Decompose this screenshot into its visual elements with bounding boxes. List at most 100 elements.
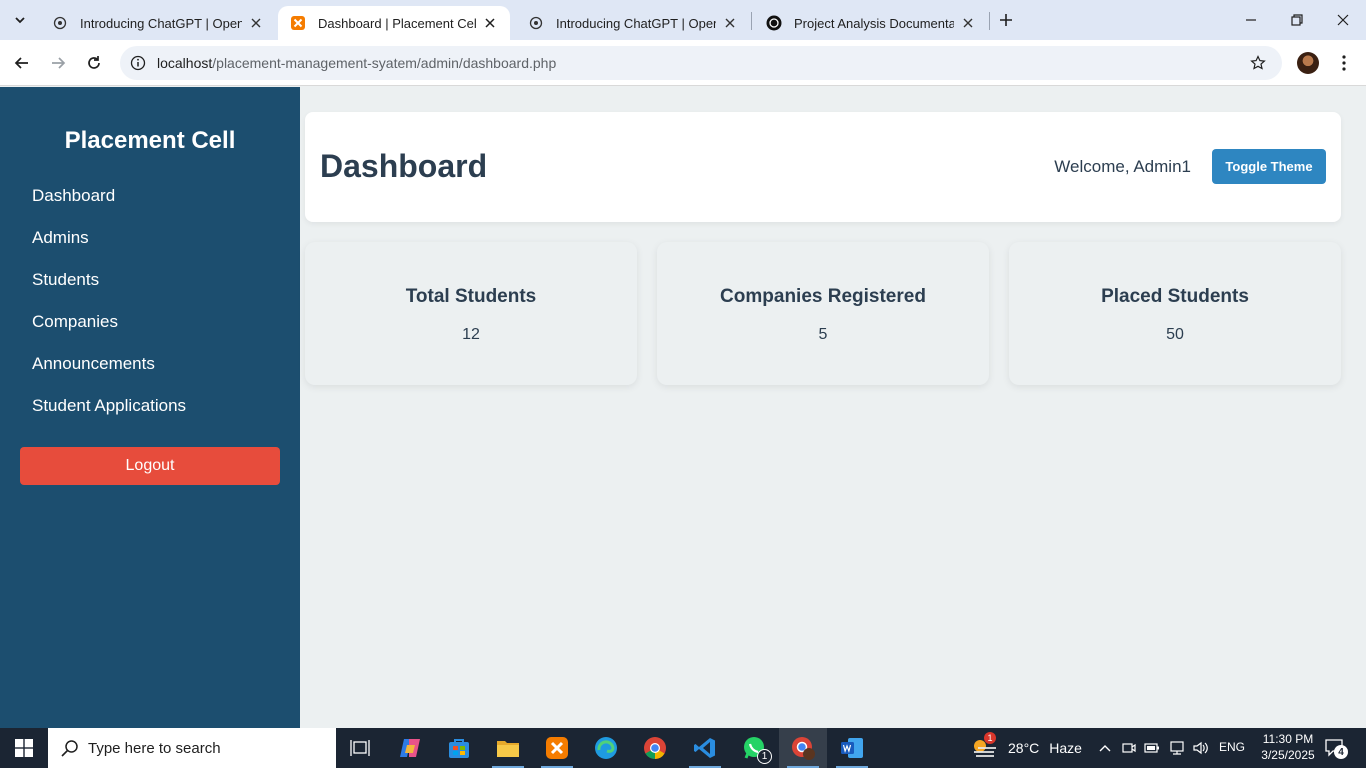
close-tab-icon[interactable]	[482, 15, 498, 31]
stat-value: 12	[462, 326, 480, 343]
weather-haze-icon: 1	[970, 732, 1000, 760]
plus-icon	[1000, 14, 1012, 26]
taskbar-vscode[interactable]	[681, 728, 729, 768]
taskbar-file-explorer[interactable]	[484, 728, 532, 768]
browser-toolbar: localhost/placement-management-syatem/ad…	[0, 40, 1366, 86]
arrow-left-icon	[14, 57, 28, 69]
url-text: localhost/placement-management-syatem/ad…	[157, 55, 556, 71]
chrome-icon	[644, 737, 666, 759]
taskbar-word[interactable]	[828, 728, 876, 768]
clock-date: 3/25/2025	[1261, 748, 1315, 762]
copilot-icon	[400, 739, 420, 757]
minimize-button[interactable]	[1228, 0, 1274, 40]
close-icon	[1337, 14, 1349, 26]
new-tab-button[interactable]	[994, 8, 1018, 32]
clock-time: 11:30 PM	[1262, 732, 1314, 746]
stat-card-total-students: Total Students 12	[305, 242, 637, 385]
url-path: /placement-management-syatem/admin/dashb…	[212, 55, 557, 71]
weather-alert-badge: 1	[984, 732, 996, 744]
openai-icon	[528, 15, 544, 31]
forward-button[interactable]	[44, 49, 72, 77]
taskbar-xampp[interactable]	[533, 728, 581, 768]
stat-value: 5	[818, 326, 828, 343]
sidebar-item-student-applications[interactable]: Student Applications	[32, 396, 186, 416]
chatgpt-icon	[766, 15, 782, 31]
whatsapp-badge: 1	[757, 749, 772, 764]
weather-desc: Haze	[1049, 740, 1082, 756]
restore-button[interactable]	[1274, 0, 1320, 40]
taskbar-search[interactable]: Type here to search	[48, 728, 336, 768]
xampp-icon	[290, 15, 306, 31]
stat-card-placed-students: Placed Students 50	[1009, 242, 1341, 385]
sidebar-item-companies[interactable]: Companies	[32, 312, 118, 332]
site-info-icon[interactable]	[128, 53, 148, 73]
notification-center-button[interactable]: 4	[1322, 736, 1348, 760]
word-icon	[841, 738, 863, 758]
task-view-button[interactable]	[336, 728, 384, 768]
browser-tab-active[interactable]: Dashboard | Placement Cell Dashboard	[278, 6, 510, 40]
stat-label: Companies Registered	[720, 286, 926, 307]
close-tab-icon[interactable]	[248, 15, 264, 31]
taskbar-clock[interactable]: 11:30 PM 3/25/2025	[1258, 731, 1318, 763]
tab-title: Dashboard | Placement Cell Dashboard	[318, 15, 476, 31]
show-hidden-icons-button[interactable]	[1095, 738, 1115, 758]
taskbar-chrome[interactable]	[631, 728, 679, 768]
close-window-button[interactable]	[1320, 0, 1366, 40]
edge-icon	[595, 737, 617, 759]
tab-search-button[interactable]	[8, 8, 32, 32]
tab-title: Project Analysis Documentation	[794, 15, 954, 31]
taskbar-microsoft-store[interactable]	[435, 728, 483, 768]
input-language[interactable]: ENG	[1219, 740, 1245, 754]
bookmark-star-icon[interactable]	[1248, 53, 1268, 73]
store-icon	[449, 739, 469, 758]
close-tab-icon[interactable]	[722, 15, 738, 31]
taskbar-whatsapp[interactable]: 1	[730, 728, 778, 768]
taskbar-edge[interactable]	[582, 728, 630, 768]
welcome-text: Welcome, Admin1	[1054, 157, 1191, 176]
chrome-profile-icon	[792, 737, 815, 760]
chevron-down-icon	[15, 17, 25, 24]
sidebar-item-students[interactable]: Students	[32, 270, 99, 290]
taskbar-chrome-active[interactable]	[779, 728, 827, 768]
openai-icon	[52, 15, 68, 31]
browser-tab-strip: Introducing ChatGPT | OpenAI Dashboard |…	[0, 0, 1366, 40]
page-title: Dashboard	[320, 148, 488, 184]
reload-button[interactable]	[80, 49, 108, 77]
start-button[interactable]	[0, 728, 48, 768]
tab-title: Introducing ChatGPT | OpenAI	[80, 15, 242, 31]
sidebar-item-dashboard[interactable]: Dashboard	[32, 186, 115, 206]
battery-icon[interactable]	[1142, 738, 1162, 758]
tab-separator	[751, 12, 752, 30]
volume-icon[interactable]	[1191, 738, 1211, 758]
browser-menu-button[interactable]	[1332, 49, 1356, 77]
more-vertical-icon	[1342, 55, 1346, 71]
weather-temp: 28°C	[1008, 740, 1040, 756]
stat-label: Total Students	[405, 286, 537, 307]
address-bar[interactable]: localhost/placement-management-syatem/ad…	[120, 46, 1282, 80]
vscode-icon	[694, 738, 715, 758]
search-icon	[61, 740, 78, 757]
windows-icon	[15, 739, 33, 757]
folder-icon	[497, 741, 519, 757]
close-tab-icon[interactable]	[960, 15, 976, 31]
weather-widget[interactable]: 1 28°C Haze	[970, 728, 1082, 768]
task-view-icon	[350, 740, 370, 756]
url-host: localhost	[157, 55, 213, 71]
sidebar-item-announcements[interactable]: Announcements	[32, 354, 155, 374]
meet-now-icon[interactable]	[1119, 738, 1139, 758]
back-button[interactable]	[8, 49, 36, 77]
network-icon[interactable]	[1167, 738, 1187, 758]
taskbar-copilot[interactable]	[386, 728, 434, 768]
toggle-theme-button[interactable]: Toggle Theme	[1212, 149, 1326, 184]
notification-count: 4	[1334, 745, 1348, 759]
logout-button[interactable]: Logout	[20, 447, 280, 485]
profile-avatar[interactable]	[1297, 52, 1319, 74]
sidebar-item-admins[interactable]: Admins	[32, 228, 89, 248]
browser-tab[interactable]: Introducing ChatGPT | OpenAI	[516, 6, 750, 40]
stat-value: 50	[1166, 326, 1184, 343]
browser-tab[interactable]: Introducing ChatGPT | OpenAI	[40, 6, 276, 40]
browser-tab[interactable]: Project Analysis Documentation	[754, 6, 988, 40]
restore-icon	[1291, 14, 1303, 26]
sidebar: Placement Cell Dashboard Admins Students…	[0, 87, 300, 728]
sidebar-brand: Placement Cell	[64, 127, 236, 154]
